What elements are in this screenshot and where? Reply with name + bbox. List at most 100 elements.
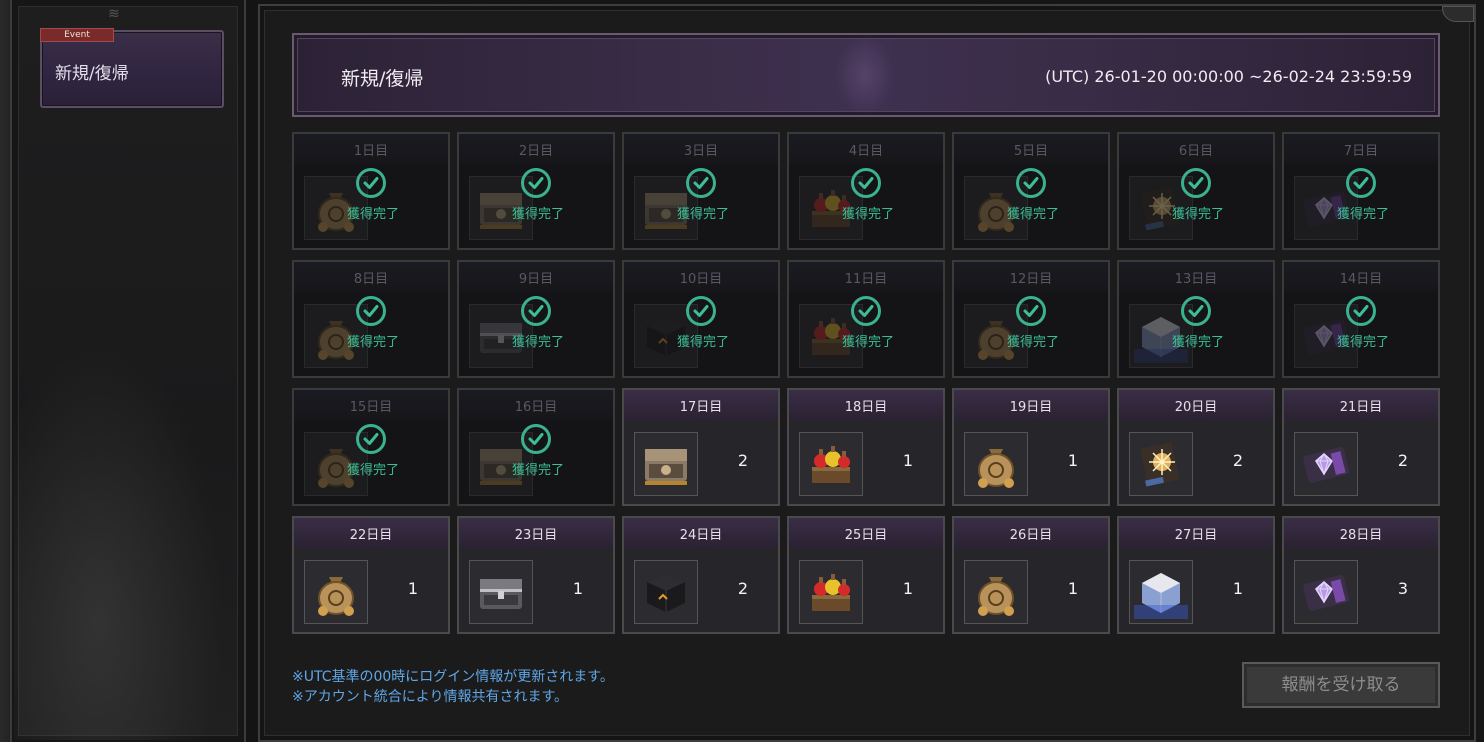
day-label: 12日目 (1009, 272, 1053, 287)
item-quantity: 1 (902, 451, 914, 470)
claimed-status: 獲得完了 (346, 463, 399, 478)
item-quantity: 1 (902, 579, 914, 598)
day-label: 11日目 (844, 272, 888, 287)
reward-cell-day-14[interactable]: 14日目 獲得完了 (1282, 260, 1440, 378)
reward-cell-day-15[interactable]: 15日目獲得完了 (292, 388, 450, 506)
reward-cell-day-18[interactable]: 18日目 1 (787, 388, 945, 506)
day-label: 19日目 (1009, 400, 1053, 415)
check-icon (1016, 168, 1046, 198)
day-label: 26日目 (1009, 528, 1053, 543)
reward-cell-day-27[interactable]: 27日目 1 (1117, 516, 1275, 634)
black-cube-icon[interactable] (634, 560, 698, 624)
item-quantity: 1 (572, 579, 584, 598)
reward-cell-day-4[interactable]: 4日目獲得完了 (787, 132, 945, 250)
day-header-pointer (1358, 546, 1370, 552)
reward-cell-day-28[interactable]: 28日目 3 (1282, 516, 1440, 634)
claimed-status: 獲得完了 (511, 463, 564, 478)
check-icon (356, 168, 386, 198)
reward-cell-day-6[interactable]: 6日目 獲得完了 (1117, 132, 1275, 250)
check-icon (851, 296, 881, 326)
item-quantity: 1 (1232, 579, 1244, 598)
claim-rewards-button[interactable]: 報酬を受け取る (1242, 662, 1440, 708)
reward-cell-day-8[interactable]: 8日目 獲得完了 (292, 260, 450, 378)
claimed-status: 獲得完了 (841, 207, 894, 222)
check-icon (686, 296, 716, 326)
claimed-status: 獲得完了 (1336, 207, 1389, 222)
day-label: 18日目 (844, 400, 888, 415)
coin-pouch-icon[interactable] (964, 432, 1028, 496)
day-label: 24日目 (679, 528, 723, 543)
day-label: 21日目 (1339, 400, 1383, 415)
claimed-status: 獲得完了 (1171, 207, 1224, 222)
day-header-pointer (533, 546, 545, 552)
reward-cell-day-23[interactable]: 23日目 1 (457, 516, 615, 634)
claimed-status: 獲得完了 (1336, 335, 1389, 350)
close-icon[interactable] (1442, 6, 1474, 22)
account-merge-note: ※アカウント統合により情報共有されます。 (292, 689, 569, 705)
check-icon (686, 168, 716, 198)
header-ornament-icon (835, 34, 895, 116)
potion-crate-icon[interactable] (799, 560, 863, 624)
silver-box-icon[interactable] (1129, 560, 1193, 624)
reward-cell-day-22[interactable]: 22日目 1 (292, 516, 450, 634)
item-quantity: 1 (1067, 579, 1079, 598)
reward-cell-day-21[interactable]: 21日目 2 (1282, 388, 1440, 506)
reward-cell-day-9[interactable]: 9日目 獲得完了 (457, 260, 615, 378)
check-icon (1016, 296, 1046, 326)
claimed-status: 獲得完了 (346, 207, 399, 222)
coin-pouch-icon[interactable] (964, 560, 1028, 624)
check-icon (1346, 296, 1376, 326)
reward-cell-day-2[interactable]: 2日目 獲得完了 (457, 132, 615, 250)
check-icon (356, 424, 386, 454)
reward-cell-day-20[interactable]: 20日目 2 (1117, 388, 1275, 506)
day-label: 4日目 (848, 144, 884, 159)
item-quantity: 2 (737, 579, 749, 598)
reward-cell-day-24[interactable]: 24日目 2 (622, 516, 780, 634)
potion-crate-icon[interactable] (799, 432, 863, 496)
reward-cell-day-13[interactable]: 13日目獲得完了 (1117, 260, 1275, 378)
day-label: 5日目 (1013, 144, 1049, 159)
day-header-pointer (1028, 418, 1040, 424)
reward-cell-day-25[interactable]: 25日目 1 (787, 516, 945, 634)
check-icon (521, 168, 551, 198)
diamond-ticket-icon[interactable] (1294, 560, 1358, 624)
day-header-pointer (698, 418, 710, 424)
reward-cell-day-12[interactable]: 12日目 獲得完了 (952, 260, 1110, 378)
reward-cell-day-5[interactable]: 5日目 獲得完了 (952, 132, 1110, 250)
day-label: 13日目 (1174, 272, 1218, 287)
rune-scroll-icon[interactable] (1129, 432, 1193, 496)
day-header-pointer (863, 418, 875, 424)
ornament-icon: ≋ (108, 6, 120, 22)
event-badge: Event (40, 28, 114, 42)
claimed-status: 獲得完了 (676, 207, 729, 222)
day-header-pointer (1193, 418, 1205, 424)
reward-cell-day-16[interactable]: 16日目獲得完了 (457, 388, 615, 506)
check-icon (521, 296, 551, 326)
claimed-status: 獲得完了 (841, 335, 894, 350)
day-label: 16日目 (514, 400, 558, 415)
reward-cell-day-19[interactable]: 19日目 1 (952, 388, 1110, 506)
day-label: 1日目 (353, 144, 389, 159)
claimed-status: 獲得完了 (511, 207, 564, 222)
day-label: 15日目 (349, 400, 393, 415)
reward-cell-day-10[interactable]: 10日目 獲得完了 (622, 260, 780, 378)
reward-cell-day-3[interactable]: 3日目獲得完了 (622, 132, 780, 250)
reward-cell-day-26[interactable]: 26日目 1 (952, 516, 1110, 634)
reward-cell-day-17[interactable]: 17日目 2 (622, 388, 780, 506)
iron-chest-icon[interactable] (469, 560, 533, 624)
day-label: 3日目 (683, 144, 719, 159)
claimed-status: 獲得完了 (346, 335, 399, 350)
reward-cell-day-11[interactable]: 11日目獲得完了 (787, 260, 945, 378)
diamond-ticket-icon[interactable] (1294, 432, 1358, 496)
reward-cell-day-1[interactable]: 1日目獲得完了 (292, 132, 450, 250)
day-label: 17日目 (679, 400, 723, 415)
day-header-pointer (1358, 418, 1370, 424)
ornate-chest-icon[interactable] (634, 432, 698, 496)
day-header-pointer (368, 546, 380, 552)
coin-pouch-icon[interactable] (304, 560, 368, 624)
day-label: 20日目 (1174, 400, 1218, 415)
claimed-status: 獲得完了 (1171, 335, 1224, 350)
check-icon (1181, 168, 1211, 198)
reward-cell-day-7[interactable]: 7日目 獲得完了 (1282, 132, 1440, 250)
claimed-status: 獲得完了 (511, 335, 564, 350)
